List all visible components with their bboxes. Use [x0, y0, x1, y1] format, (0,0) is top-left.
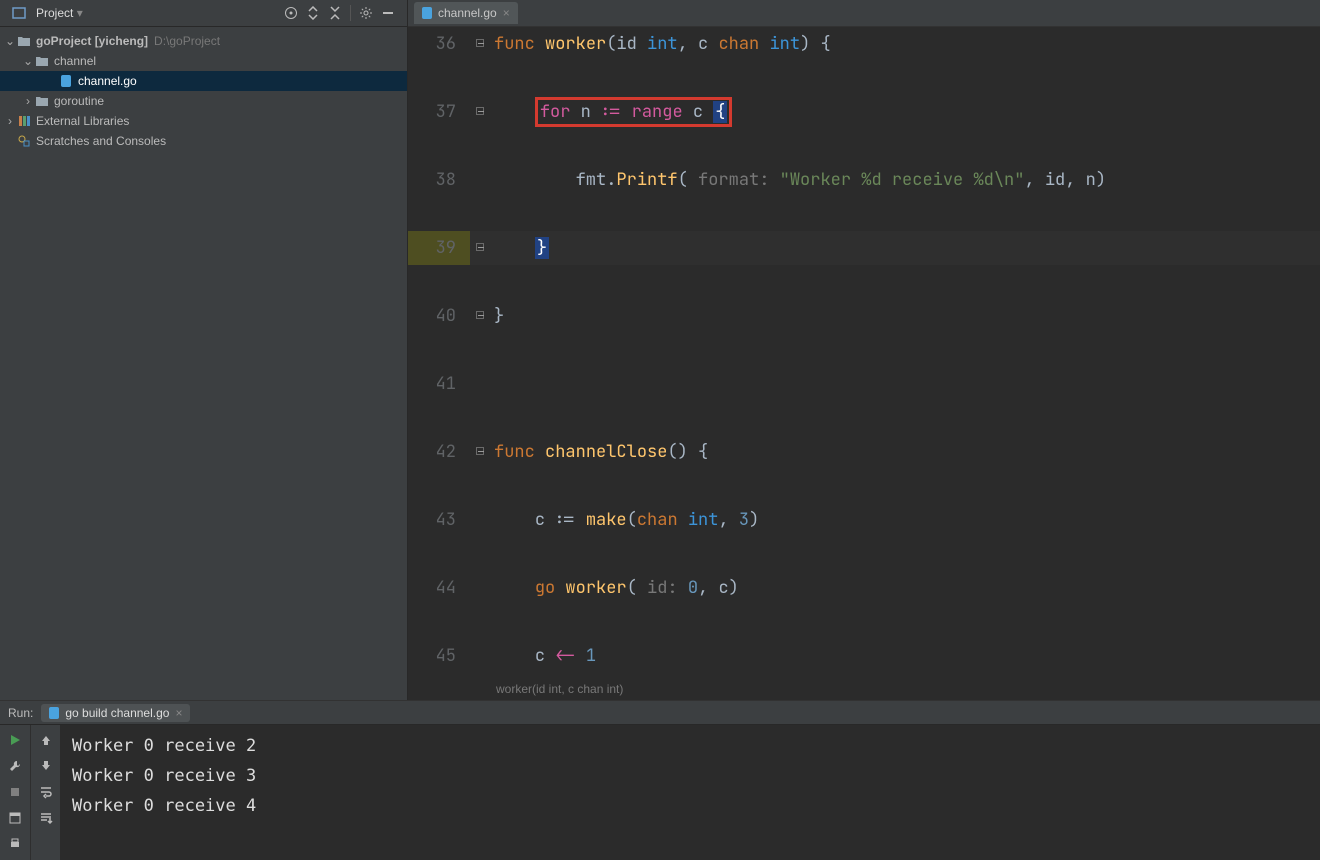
tree-file-channel-go[interactable]: channel.go [0, 71, 407, 91]
code-editor[interactable]: 36func worker(id int, c chan int) { 37 f… [408, 27, 1320, 678]
editor-tab-row: channel.go × [408, 0, 1320, 27]
target-icon[interactable] [281, 3, 301, 23]
down-arrow-icon[interactable] [37, 757, 55, 775]
project-view-icon [9, 3, 29, 23]
run-tool-window: Run: go build channel.go × Worker 0 rece… [0, 700, 1320, 860]
chevron-down-icon: ⌄ [4, 34, 16, 48]
go-file-icon [58, 75, 74, 87]
project-dropdown[interactable]: Project ▾ [30, 4, 89, 22]
tree-scratches[interactable]: Scratches and Consoles [0, 131, 407, 151]
libraries-icon [16, 115, 32, 127]
run-toolbar-inner [30, 725, 60, 860]
console-output[interactable]: Worker 0 receive 2Worker 0 receive 3Work… [60, 725, 1320, 860]
project-header: Project ▾ [0, 0, 407, 27]
project-tree: ⌄ goProject [yicheng] D:\goProject ⌄ cha… [0, 27, 407, 700]
tree-external-libraries[interactable]: › External Libraries [0, 111, 407, 131]
layout-icon[interactable] [6, 809, 24, 827]
hide-panel-icon[interactable] [378, 3, 398, 23]
tree-project-root[interactable]: ⌄ goProject [yicheng] D:\goProject [0, 31, 407, 51]
go-file-icon [422, 7, 432, 19]
editor-area: channel.go × 36func worker(id int, c cha… [408, 0, 1320, 700]
run-toolbar-left [0, 725, 30, 860]
tab-channel-go[interactable]: channel.go × [414, 2, 518, 24]
expand-all-icon[interactable] [303, 3, 323, 23]
wrench-icon[interactable] [6, 757, 24, 775]
stop-icon[interactable] [6, 783, 24, 801]
tree-folder-channel[interactable]: ⌄ channel [0, 51, 407, 71]
close-icon[interactable]: × [503, 6, 510, 20]
run-header: Run: go build channel.go × [0, 701, 1320, 725]
scratches-icon [16, 135, 32, 147]
collapse-all-icon[interactable] [325, 3, 345, 23]
scroll-to-end-icon[interactable] [37, 809, 55, 827]
folder-icon [16, 36, 32, 46]
folder-icon [34, 56, 50, 66]
tree-folder-goroutine[interactable]: › goroutine [0, 91, 407, 111]
go-file-icon [49, 707, 59, 719]
chevron-right-icon: › [4, 114, 16, 128]
chevron-down-icon: ⌄ [22, 54, 34, 68]
print-icon[interactable] [6, 835, 24, 853]
close-icon[interactable]: × [175, 706, 182, 720]
up-arrow-icon[interactable] [37, 731, 55, 749]
rerun-icon[interactable] [6, 731, 24, 749]
run-label: Run: [8, 706, 33, 720]
soft-wrap-icon[interactable] [37, 783, 55, 801]
fold-icon[interactable] [476, 311, 484, 319]
run-tab[interactable]: go build channel.go × [41, 704, 190, 722]
project-tool-window: Project ▾ ⌄ goProject [yicheng] D:\goPro… [0, 0, 408, 700]
gear-icon[interactable] [356, 3, 376, 23]
chevron-right-icon: › [22, 94, 34, 108]
breadcrumb[interactable]: worker(id int, c chan int) [408, 678, 1320, 700]
fold-icon[interactable] [476, 447, 484, 455]
folder-icon [34, 96, 50, 106]
fold-icon[interactable] [476, 107, 484, 115]
fold-icon[interactable] [476, 243, 484, 251]
fold-icon[interactable] [476, 39, 484, 47]
